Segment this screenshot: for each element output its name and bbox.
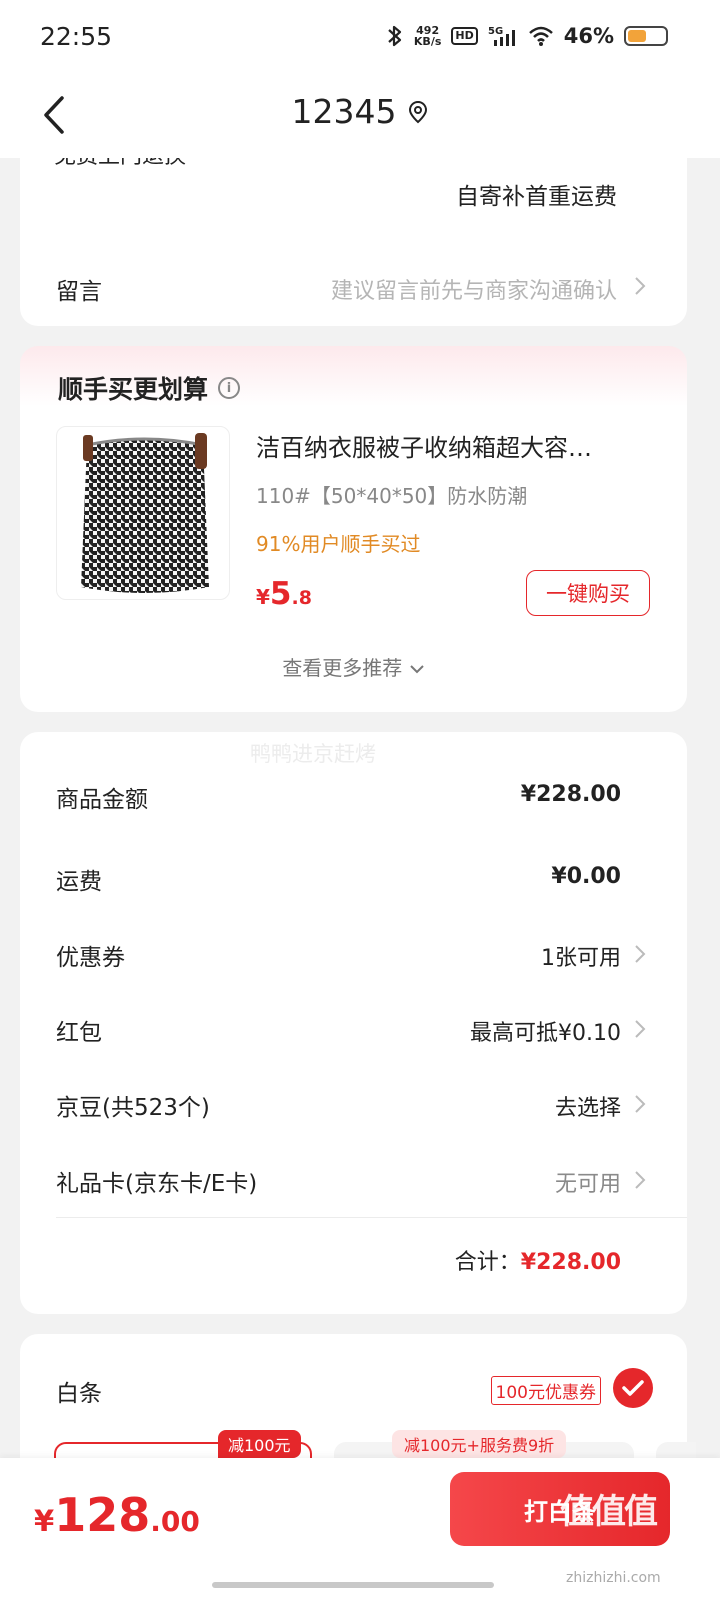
product-name[interactable]: 洁百纳衣服被子收纳箱超大容… xyxy=(256,428,656,463)
status-icons: 492 KB/s HD 5G 46% xyxy=(386,24,668,48)
fee-value: ¥0.00 xyxy=(551,864,621,889)
product-image[interactable] xyxy=(56,426,230,600)
fee-row-coupon[interactable]: 优惠券 1张可用 xyxy=(20,924,687,984)
info-icon[interactable]: i xyxy=(218,377,241,399)
fee-summary-card: 鸭鸭进京赶烤 商品金额 ¥228.00 运费 ¥0.00 优惠券 1张可用 红包… xyxy=(20,732,687,1314)
order-total: 合计：¥228.00 xyxy=(455,1244,621,1276)
fee-row-goods: 商品金额 ¥228.00 xyxy=(20,766,687,826)
one-click-buy-button[interactable]: 一键购买 xyxy=(526,570,650,616)
discount-tag: 减100元 xyxy=(218,1430,301,1458)
fee-value: 1张可用 xyxy=(541,946,621,971)
social-proof: 91%用户顺手买过 xyxy=(256,532,421,556)
product-price: ¥ 5 .8 xyxy=(256,576,312,612)
page-title[interactable]: 12345 xyxy=(0,92,720,131)
page-title-text: 12345 xyxy=(291,92,397,131)
chevron-right-icon xyxy=(635,1095,646,1113)
discount-tag-2: 减100元+服务费9折 xyxy=(392,1430,567,1458)
message-row[interactable]: 留言 建议留言前先与商家沟通确认 xyxy=(20,247,687,327)
storage-box-image xyxy=(81,433,209,593)
total-label: 合计： xyxy=(454,1250,521,1275)
fee-value: ¥228.00 xyxy=(520,782,621,807)
status-time: 22:55 xyxy=(40,22,113,51)
battery-percent: 46% xyxy=(563,24,614,48)
more-recommend-link[interactable]: 查看更多推荐 xyxy=(20,652,687,681)
location-pin-icon xyxy=(409,100,428,123)
net-speed: 492 KB/s xyxy=(413,24,442,48)
recommend-title-text: 顺手买更划算 xyxy=(58,375,209,404)
fee-value: 无可用 xyxy=(554,1172,621,1197)
site-url-watermark: zhizhizhi.com xyxy=(566,1570,661,1586)
shipping-note: 自寄补首重运费 xyxy=(456,184,617,210)
recommend-card: 顺手买更划算 i 洁百纳衣服被子收纳箱超大容… 110#【50*40*50】防水… xyxy=(20,346,687,712)
battery-icon xyxy=(624,26,668,46)
status-bar: 22:55 492 KB/s HD 5G 46% xyxy=(0,0,720,76)
fee-label: 运费 xyxy=(56,869,102,895)
chevron-right-icon xyxy=(635,1020,646,1038)
fee-row-gift-card[interactable]: 礼品卡(京东卡/E卡) 无可用 xyxy=(20,1150,687,1210)
fee-label: 京豆(共523个) xyxy=(56,1095,210,1121)
chevron-down-icon xyxy=(409,665,424,674)
user-watermark: 鸭鸭进京赶烤 xyxy=(250,742,376,766)
order-options-card: 免费上门退换 自寄补首重运费 留言 建议留言前先与商家沟通确认 xyxy=(20,132,687,326)
fee-row-red-packet[interactable]: 红包 最高可抵¥0.10 xyxy=(20,999,687,1059)
baitiao-check[interactable] xyxy=(613,1368,653,1408)
home-indicator[interactable] xyxy=(212,1582,494,1588)
fee-label: 商品金额 xyxy=(56,787,148,813)
chevron-right-icon xyxy=(635,1171,646,1189)
divider xyxy=(56,1217,687,1218)
fee-label: 礼品卡(京东卡/E卡) xyxy=(56,1171,258,1197)
svg-text:5G: 5G xyxy=(488,26,503,37)
site-logo-watermark: 值值值 xyxy=(560,1492,658,1532)
total-amount: ¥228.00 xyxy=(520,1250,621,1275)
chevron-right-icon xyxy=(635,945,646,963)
bluetooth-icon xyxy=(388,25,402,47)
fee-label: 优惠券 xyxy=(56,945,125,971)
coupon-badge: 100元优惠券 xyxy=(490,1376,601,1405)
battery-fill xyxy=(628,30,647,42)
product-spec: 110#【50*40*50】防水防潮 xyxy=(256,484,528,508)
recommend-title: 顺手买更划算 i xyxy=(58,370,241,406)
fee-row-jd-beans[interactable]: 京豆(共523个) 去选择 xyxy=(20,1074,687,1134)
wifi-icon xyxy=(528,26,553,46)
message-placeholder: 建议留言前先与商家沟通确认 xyxy=(330,279,617,304)
hd-icon: HD xyxy=(451,27,478,45)
message-label: 留言 xyxy=(56,279,102,305)
baitiao-label: 白条 xyxy=(56,1381,102,1407)
nav-bar: 12345 xyxy=(0,76,720,158)
pay-amount: ¥ 128 .00 xyxy=(34,1488,200,1542)
fee-value: 去选择 xyxy=(554,1096,621,1121)
signal-5g-icon: 5G xyxy=(488,26,515,46)
fee-row-shipping: 运费 ¥0.00 xyxy=(20,848,687,908)
chevron-right-icon xyxy=(635,277,646,295)
fee-value: 最高可抵¥0.10 xyxy=(470,1021,621,1046)
fee-label: 红包 xyxy=(56,1020,102,1046)
check-icon xyxy=(622,1380,644,1396)
